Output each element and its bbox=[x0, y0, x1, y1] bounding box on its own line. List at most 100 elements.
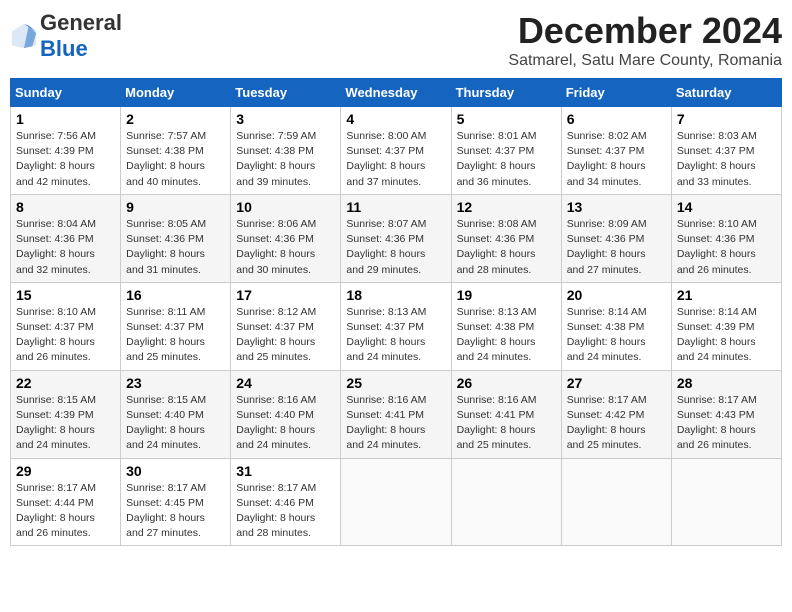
day-cell: 17 Sunrise: 8:12 AM Sunset: 4:37 PM Dayli… bbox=[231, 282, 341, 370]
week-row-3: 15 Sunrise: 8:10 AM Sunset: 4:37 PM Dayli… bbox=[11, 282, 782, 370]
week-row-1: 1Sunrise: 7:56 AM Sunset: 4:39 PM Daylig… bbox=[11, 107, 782, 195]
day-cell: 28 Sunrise: 8:17 AM Sunset: 4:43 PM Dayli… bbox=[671, 370, 781, 458]
day-number: 23 bbox=[126, 375, 225, 391]
day-number: 20 bbox=[567, 287, 666, 303]
day-info: Sunrise: 8:16 AM Sunset: 4:41 PM Dayligh… bbox=[346, 393, 445, 454]
day-cell: 13 Sunrise: 8:09 AM Sunset: 4:36 PM Dayli… bbox=[561, 194, 671, 282]
day-number: 7 bbox=[677, 111, 776, 127]
day-cell: 6Sunrise: 8:02 AM Sunset: 4:37 PM Daylig… bbox=[561, 107, 671, 195]
calendar-header-row: SundayMondayTuesdayWednesdayThursdayFrid… bbox=[11, 79, 782, 107]
day-number: 11 bbox=[346, 199, 445, 215]
day-number: 15 bbox=[16, 287, 115, 303]
day-cell: 7 Sunrise: 8:03 AM Sunset: 4:37 PM Daylig… bbox=[671, 107, 781, 195]
header-friday: Friday bbox=[561, 79, 671, 107]
day-number: 14 bbox=[677, 199, 776, 215]
title-block: December 2024 Satmarel, Satu Mare County… bbox=[508, 10, 782, 70]
day-cell: 4 Sunrise: 8:00 AM Sunset: 4:37 PM Daylig… bbox=[341, 107, 451, 195]
day-cell bbox=[561, 458, 671, 546]
calendar-table: SundayMondayTuesdayWednesdayThursdayFrid… bbox=[10, 78, 782, 546]
day-info: Sunrise: 8:04 AM Sunset: 4:36 PM Dayligh… bbox=[16, 217, 115, 278]
day-number: 10 bbox=[236, 199, 335, 215]
week-row-5: 29 Sunrise: 8:17 AM Sunset: 4:44 PM Dayli… bbox=[11, 458, 782, 546]
day-info: Sunrise: 8:09 AM Sunset: 4:36 PM Dayligh… bbox=[567, 217, 666, 278]
day-cell: 25 Sunrise: 8:16 AM Sunset: 4:41 PM Dayli… bbox=[341, 370, 451, 458]
day-cell bbox=[671, 458, 781, 546]
day-cell: 24 Sunrise: 8:16 AM Sunset: 4:40 PM Dayli… bbox=[231, 370, 341, 458]
day-cell: 14 Sunrise: 8:10 AM Sunset: 4:36 PM Dayli… bbox=[671, 194, 781, 282]
day-cell bbox=[451, 458, 561, 546]
header-saturday: Saturday bbox=[671, 79, 781, 107]
day-number: 21 bbox=[677, 287, 776, 303]
day-info: Sunrise: 8:10 AM Sunset: 4:36 PM Dayligh… bbox=[677, 217, 776, 278]
day-number: 5 bbox=[457, 111, 556, 127]
day-number: 16 bbox=[126, 287, 225, 303]
day-info: Sunrise: 8:17 AM Sunset: 4:42 PM Dayligh… bbox=[567, 393, 666, 454]
day-info: Sunrise: 8:15 AM Sunset: 4:40 PM Dayligh… bbox=[126, 393, 225, 454]
day-info: Sunrise: 8:17 AM Sunset: 4:43 PM Dayligh… bbox=[677, 393, 776, 454]
day-number: 22 bbox=[16, 375, 115, 391]
week-row-2: 8 Sunrise: 8:04 AM Sunset: 4:36 PM Daylig… bbox=[11, 194, 782, 282]
day-info: Sunrise: 8:14 AM Sunset: 4:38 PM Dayligh… bbox=[567, 305, 666, 366]
header-tuesday: Tuesday bbox=[231, 79, 341, 107]
month-title: December 2024 bbox=[508, 10, 782, 52]
day-number: 25 bbox=[346, 375, 445, 391]
logo-blue: Blue bbox=[40, 36, 88, 61]
day-number: 8 bbox=[16, 199, 115, 215]
logo-general: General bbox=[40, 10, 122, 36]
week-row-4: 22 Sunrise: 8:15 AM Sunset: 4:39 PM Dayli… bbox=[11, 370, 782, 458]
day-info: Sunrise: 8:16 AM Sunset: 4:40 PM Dayligh… bbox=[236, 393, 335, 454]
day-info: Sunrise: 8:00 AM Sunset: 4:37 PM Dayligh… bbox=[346, 129, 445, 190]
day-info: Sunrise: 8:13 AM Sunset: 4:37 PM Dayligh… bbox=[346, 305, 445, 366]
logo-icon bbox=[10, 22, 38, 50]
day-cell: 30 Sunrise: 8:17 AM Sunset: 4:45 PM Dayli… bbox=[121, 458, 231, 546]
day-info: Sunrise: 8:03 AM Sunset: 4:37 PM Dayligh… bbox=[677, 129, 776, 190]
header-wednesday: Wednesday bbox=[341, 79, 451, 107]
day-cell: 26 Sunrise: 8:16 AM Sunset: 4:41 PM Dayli… bbox=[451, 370, 561, 458]
day-info: Sunrise: 8:17 AM Sunset: 4:44 PM Dayligh… bbox=[16, 481, 115, 542]
page-header: General Blue December 2024 Satmarel, Sat… bbox=[10, 10, 782, 70]
day-number: 4 bbox=[346, 111, 445, 127]
day-number: 2 bbox=[126, 111, 225, 127]
day-cell: 21 Sunrise: 8:14 AM Sunset: 4:39 PM Dayli… bbox=[671, 282, 781, 370]
day-info: Sunrise: 8:06 AM Sunset: 4:36 PM Dayligh… bbox=[236, 217, 335, 278]
day-number: 24 bbox=[236, 375, 335, 391]
day-cell: 29 Sunrise: 8:17 AM Sunset: 4:44 PM Dayli… bbox=[11, 458, 121, 546]
day-number: 26 bbox=[457, 375, 556, 391]
day-cell: 20 Sunrise: 8:14 AM Sunset: 4:38 PM Dayli… bbox=[561, 282, 671, 370]
day-info: Sunrise: 8:01 AM Sunset: 4:37 PM Dayligh… bbox=[457, 129, 556, 190]
day-number: 12 bbox=[457, 199, 556, 215]
header-monday: Monday bbox=[121, 79, 231, 107]
day-info: Sunrise: 8:17 AM Sunset: 4:46 PM Dayligh… bbox=[236, 481, 335, 542]
day-cell: 9Sunrise: 8:05 AM Sunset: 4:36 PM Daylig… bbox=[121, 194, 231, 282]
day-number: 13 bbox=[567, 199, 666, 215]
day-info: Sunrise: 8:11 AM Sunset: 4:37 PM Dayligh… bbox=[126, 305, 225, 366]
day-cell: 31 Sunrise: 8:17 AM Sunset: 4:46 PM Dayli… bbox=[231, 458, 341, 546]
day-number: 27 bbox=[567, 375, 666, 391]
day-number: 17 bbox=[236, 287, 335, 303]
day-info: Sunrise: 8:13 AM Sunset: 4:38 PM Dayligh… bbox=[457, 305, 556, 366]
day-info: Sunrise: 8:16 AM Sunset: 4:41 PM Dayligh… bbox=[457, 393, 556, 454]
day-cell: 16 Sunrise: 8:11 AM Sunset: 4:37 PM Dayli… bbox=[121, 282, 231, 370]
day-cell: 1Sunrise: 7:56 AM Sunset: 4:39 PM Daylig… bbox=[11, 107, 121, 195]
day-info: Sunrise: 8:15 AM Sunset: 4:39 PM Dayligh… bbox=[16, 393, 115, 454]
day-info: Sunrise: 8:14 AM Sunset: 4:39 PM Dayligh… bbox=[677, 305, 776, 366]
day-cell: 2 Sunrise: 7:57 AM Sunset: 4:38 PM Daylig… bbox=[121, 107, 231, 195]
logo: General Blue bbox=[10, 10, 122, 62]
day-number: 29 bbox=[16, 463, 115, 479]
day-cell: 11 Sunrise: 8:07 AM Sunset: 4:36 PM Dayli… bbox=[341, 194, 451, 282]
day-number: 18 bbox=[346, 287, 445, 303]
day-info: Sunrise: 7:57 AM Sunset: 4:38 PM Dayligh… bbox=[126, 129, 225, 190]
day-info: Sunrise: 8:12 AM Sunset: 4:37 PM Dayligh… bbox=[236, 305, 335, 366]
day-number: 31 bbox=[236, 463, 335, 479]
day-info: Sunrise: 8:07 AM Sunset: 4:36 PM Dayligh… bbox=[346, 217, 445, 278]
day-info: Sunrise: 8:10 AM Sunset: 4:37 PM Dayligh… bbox=[16, 305, 115, 366]
day-info: Sunrise: 8:08 AM Sunset: 4:36 PM Dayligh… bbox=[457, 217, 556, 278]
day-cell bbox=[341, 458, 451, 546]
day-info: Sunrise: 8:17 AM Sunset: 4:45 PM Dayligh… bbox=[126, 481, 225, 542]
day-number: 28 bbox=[677, 375, 776, 391]
day-cell: 23 Sunrise: 8:15 AM Sunset: 4:40 PM Dayli… bbox=[121, 370, 231, 458]
day-cell: 5 Sunrise: 8:01 AM Sunset: 4:37 PM Daylig… bbox=[451, 107, 561, 195]
day-number: 30 bbox=[126, 463, 225, 479]
day-cell: 3Sunrise: 7:59 AM Sunset: 4:38 PM Daylig… bbox=[231, 107, 341, 195]
header-sunday: Sunday bbox=[11, 79, 121, 107]
